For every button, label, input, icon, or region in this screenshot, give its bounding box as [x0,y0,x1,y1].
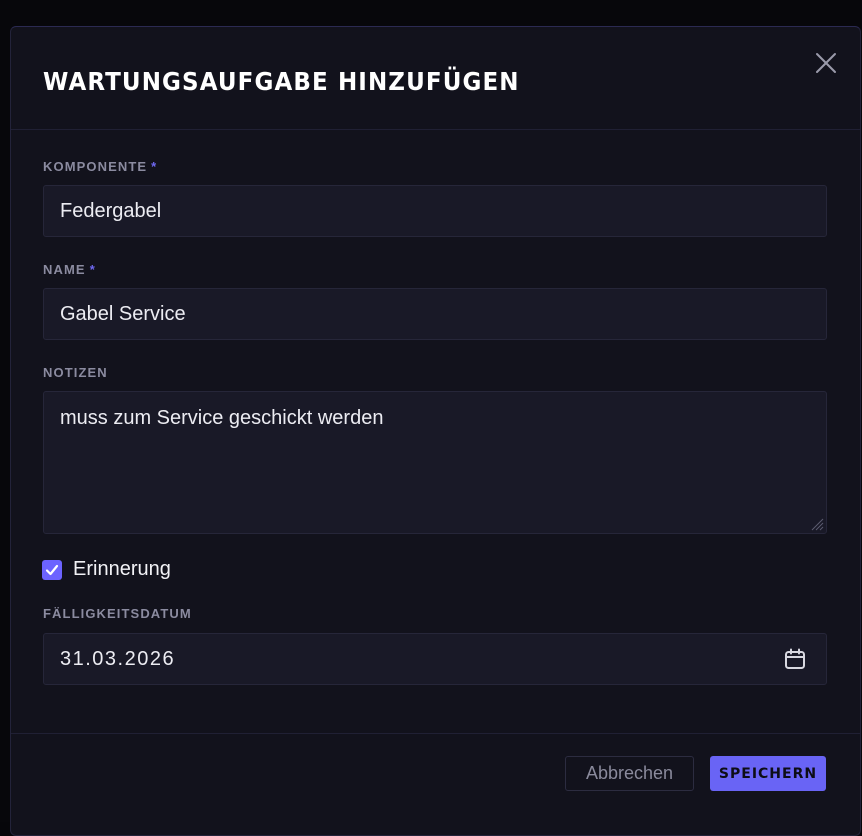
name-input[interactable]: Gabel Service [43,288,827,340]
dialog-footer: Abbrechen SPEICHERN [11,733,860,835]
required-marker: * [151,159,158,174]
name-label: NAME * [43,262,96,277]
name-label-text: NAME [43,262,86,277]
component-input[interactable]: Federgabel [43,185,827,237]
due-date-value: 31.03.2026 [60,648,176,670]
cancel-button[interactable]: Abbrechen [565,756,694,791]
due-date-label: FÄLLIGKEITSDATUM [43,606,192,621]
due-date-input[interactable]: 31.03.2026 [43,633,827,685]
calendar-icon[interactable] [784,648,806,670]
checkmark-icon [45,564,59,575]
close-icon [816,53,836,73]
reminder-label: Erinnerung [73,558,171,580]
component-label-text: KOMPONENTE [43,159,148,174]
notes-label: NOTIZEN [43,365,108,380]
notes-text: muss zum Service geschickt werden [60,407,384,429]
notes-label-text: NOTIZEN [43,365,108,380]
notes-textarea[interactable]: muss zum Service geschickt werden [43,391,827,534]
dialog-title: WARTUNGSAUFGABE HINZUFÜGEN [43,67,520,96]
due-date-label-text: FÄLLIGKEITSDATUM [43,606,192,621]
required-marker: * [89,262,96,277]
reminder-checkbox-row[interactable]: Erinnerung [42,558,171,581]
add-maintenance-task-dialog: WARTUNGSAUFGABE HINZUFÜGEN KOMPONENTE * F… [10,26,861,836]
reminder-checkbox[interactable] [42,559,62,580]
dialog-header: WARTUNGSAUFGABE HINZUFÜGEN [11,27,860,130]
close-button[interactable] [812,49,840,77]
component-label: KOMPONENTE * [43,159,157,174]
save-button[interactable]: SPEICHERN [710,756,826,791]
resize-handle-icon[interactable] [810,517,824,531]
